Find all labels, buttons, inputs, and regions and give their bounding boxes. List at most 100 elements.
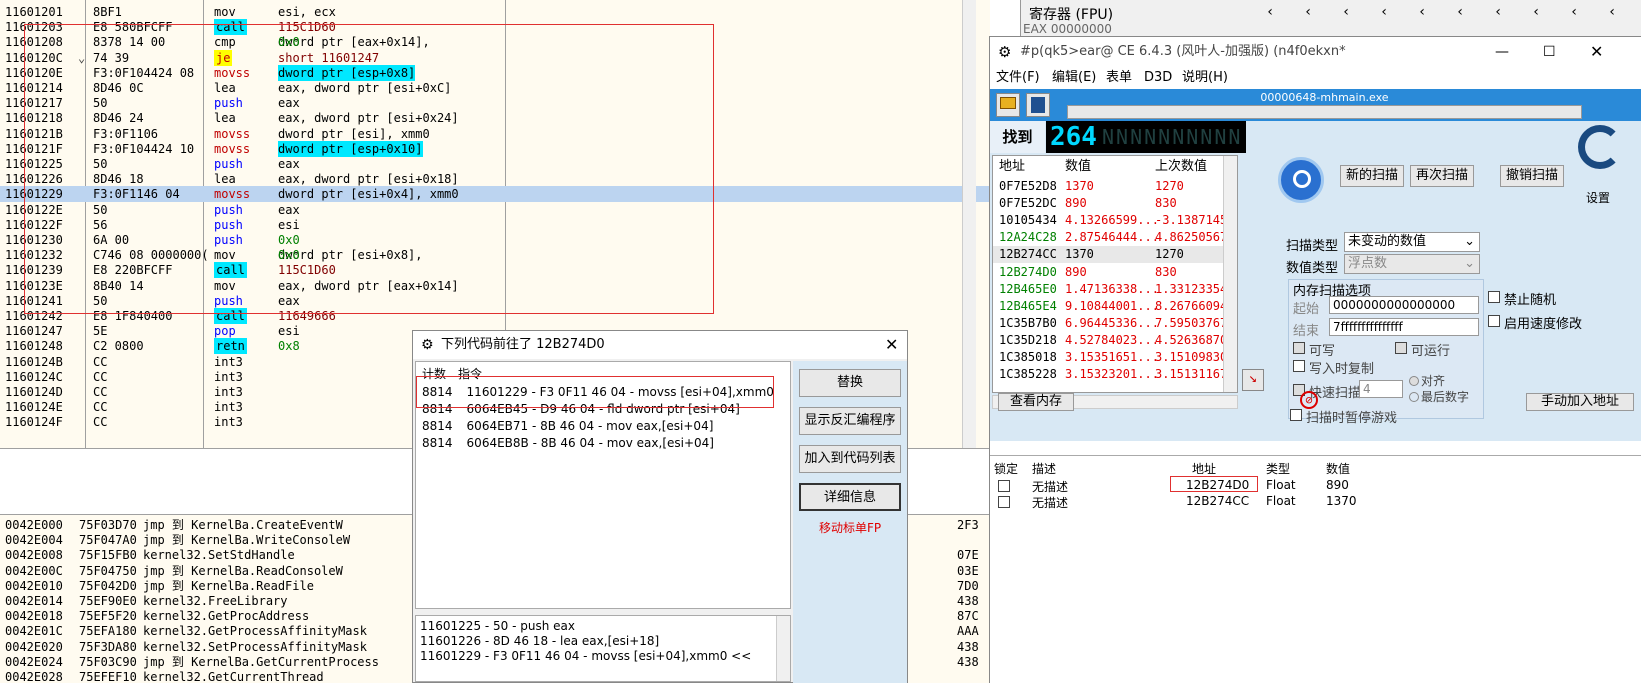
address-table[interactable]: 锁定 描述 地址 类型 数值 无描述 12B274D0 Float 890 无描述 12B…	[990, 455, 1641, 683]
col-value[interactable]: 数值	[1326, 460, 1350, 477]
col-lock[interactable]: 锁定	[994, 460, 1018, 477]
disasm-mnemonic-text: retn	[214, 338, 247, 355]
chevron-left-icon[interactable]: ‹	[1380, 4, 1388, 20]
dump-side: AAA	[957, 624, 979, 639]
next-scan-button[interactable]: 再次扫描	[1410, 165, 1474, 187]
result-row[interactable]: 12B274D0 890 830	[993, 264, 1233, 281]
dump-value: 75F03D70	[79, 518, 137, 532]
chevron-left-icon[interactable]: ‹	[1494, 4, 1502, 20]
col-type[interactable]: 类型	[1266, 460, 1290, 477]
new-scan-button[interactable]: 新的扫描	[1340, 165, 1404, 187]
view-memory-button[interactable]: 查看内存	[998, 393, 1074, 411]
value-type-select[interactable]: 浮点数 ⌄	[1344, 254, 1480, 274]
settings-label[interactable]: 设置	[1586, 189, 1610, 206]
found-count-value: 264	[1050, 122, 1097, 152]
scan-type-select[interactable]: 未变动的数值 ⌄	[1344, 232, 1480, 252]
align-radio[interactable]	[1409, 376, 1419, 386]
result-row[interactable]: 1C3852283.15323201...3.15131167...	[993, 366, 1237, 383]
executable-checkbox[interactable]	[1395, 342, 1407, 354]
ce-logo-icon: ⚙	[998, 43, 1012, 61]
lock-checkbox[interactable]	[998, 480, 1010, 492]
maximize-icon[interactable]: ☐	[1543, 37, 1556, 67]
dump-address: 0042E014	[5, 594, 63, 608]
end-input[interactable]: 7fffffffffffffff	[1329, 318, 1479, 336]
save-icon[interactable]	[1026, 93, 1050, 117]
menu-help[interactable]: 说明(H)	[1182, 67, 1228, 89]
chevron-left-icon[interactable]: ‹	[1608, 4, 1616, 20]
no-entry-icon[interactable]: ⊘	[1300, 391, 1318, 409]
no-random-checkbox[interactable]	[1488, 291, 1500, 303]
show-disassembler-button[interactable]: 显示反汇编程序	[799, 407, 901, 435]
result-row[interactable]: 12B465E01.47136338...1.33123354...	[993, 281, 1237, 298]
result-row[interactable]: 0F7E52DC 890 830	[993, 195, 1233, 212]
result-row[interactable]: 101054344.13266599...-3.1387145...	[993, 212, 1237, 229]
disasm-mnemonic-text: int3	[214, 354, 243, 369]
add-address-manually-button[interactable]: 手动加入地址	[1526, 393, 1634, 411]
results-scrollbar[interactable]	[1223, 156, 1237, 392]
chevron-left-icon[interactable]: ‹	[1304, 4, 1312, 20]
open-folder-icon[interactable]	[996, 93, 1020, 117]
last-digits-radio[interactable]	[1409, 392, 1419, 402]
close-icon[interactable]: ✕	[885, 331, 898, 359]
disasm-mnemonic-text: int3	[214, 369, 243, 384]
menu-edit[interactable]: 编辑(E)	[1052, 67, 1096, 89]
dump-comment: jmp 到 KernelBa.WriteConsoleW	[143, 533, 351, 548]
executable-label: 可运行	[1411, 344, 1451, 359]
fast-scan-input[interactable]: 4	[1359, 380, 1403, 398]
undo-scan-button[interactable]: 撤销扫描	[1500, 165, 1564, 187]
chevron-left-icon[interactable]: ‹	[1456, 4, 1464, 20]
disasm-address: 1160124C	[5, 369, 63, 384]
entry-type: Float	[1266, 478, 1296, 492]
access-row[interactable]: 8814 6064EB8B - 8B 46 04 - mov eax,[esi+0…	[422, 435, 714, 452]
chevron-left-icon[interactable]: ‹	[1266, 4, 1274, 20]
menu-d3d[interactable]: D3D	[1144, 67, 1172, 89]
menu-file[interactable]: 文件(F)	[996, 67, 1040, 89]
arrow-icon[interactable]: ↘	[1242, 369, 1264, 391]
close-icon[interactable]: ✕	[1590, 37, 1603, 67]
chevron-left-icon[interactable]: ‹	[1532, 4, 1540, 20]
start-input[interactable]: 0000000000000000	[1329, 296, 1479, 314]
result-row[interactable]: 1C35D2184.52784023...4.52636870...	[993, 332, 1237, 349]
col-description[interactable]: 描述	[1032, 460, 1056, 477]
add-to-codelist-button[interactable]: 加入到代码列表	[799, 445, 901, 473]
details-button[interactable]: 详细信息	[799, 483, 901, 511]
col-previous[interactable]: 上次数值	[1155, 156, 1207, 178]
context-scrollbar[interactable]	[776, 616, 790, 681]
result-row[interactable]: 12A24C282.87546444...4.86250567...	[993, 229, 1237, 246]
minimize-icon[interactable]: —	[1495, 37, 1509, 67]
chevron-left-icon[interactable]: ‹	[1342, 4, 1350, 20]
col-address[interactable]: 地址	[1192, 460, 1216, 477]
context-row[interactable]: 11601229 - F3 0F11 46 04 - movss [esi+04…	[420, 648, 751, 665]
lock-checkbox[interactable]	[998, 496, 1010, 508]
scrollbar[interactable]	[962, 0, 976, 448]
writable-checkbox[interactable]	[1293, 342, 1305, 354]
chevron-left-icon[interactable]: ‹	[1418, 4, 1426, 20]
dump-comment: jmp 到 KernelBa.CreateEventW	[143, 518, 343, 532]
context-list[interactable]: 11601225 - 50 - push eax 11601226 - 8D 46…	[415, 615, 791, 682]
dump-value: 75F04750	[79, 563, 137, 578]
col-address[interactable]: 地址	[999, 156, 1025, 178]
results-list[interactable]: 地址 数值 上次数值 0F7E52D8 1370 1270 0F7E52DC 890 83…	[992, 155, 1238, 393]
copy-on-write-checkbox[interactable]	[1293, 360, 1305, 372]
chevron-left-icon[interactable]: ‹	[1570, 4, 1578, 20]
access-list[interactable]: 计数 指令 8814 11601229 - F3 0F11 46 04 - mov…	[415, 361, 791, 609]
replace-button[interactable]: 替换	[799, 369, 901, 397]
ce-logo-icon[interactable]	[1574, 121, 1624, 175]
speedhack-checkbox[interactable]	[1488, 315, 1500, 327]
result-value: 9.10844001...	[1065, 298, 1159, 313]
result-row[interactable]: 12B274CC 1370 1270	[993, 246, 1233, 264]
result-row[interactable]: 12B465E49.10844001...8.26766094...	[993, 298, 1237, 315]
col-value[interactable]: 数值	[1065, 156, 1091, 178]
search-icon[interactable]	[1278, 157, 1324, 203]
disasm-bytes: CC	[93, 369, 108, 384]
result-row[interactable]: 1C35B7B06.96445336...7.59503767...	[993, 315, 1237, 332]
dump-comment: kernel32.GetCurrentThread	[143, 670, 324, 683]
result-row[interactable]: 0F7E52D8 1370 1270	[993, 178, 1233, 195]
disasm-row[interactable]: 11601201 8BF1 mov esi, ecx	[0, 4, 990, 20]
entry-description: 无描述	[1032, 480, 1069, 494]
result-row[interactable]: 1C3850183.15351651...3.15109830...	[993, 349, 1237, 366]
menu-table[interactable]: 表单	[1106, 67, 1132, 89]
pause-game-checkbox[interactable]	[1290, 409, 1302, 421]
dump-side: 438	[957, 639, 979, 654]
access-row[interactable]: 8814 6064EB71 - 8B 46 04 - mov eax,[esi+0…	[422, 418, 713, 435]
